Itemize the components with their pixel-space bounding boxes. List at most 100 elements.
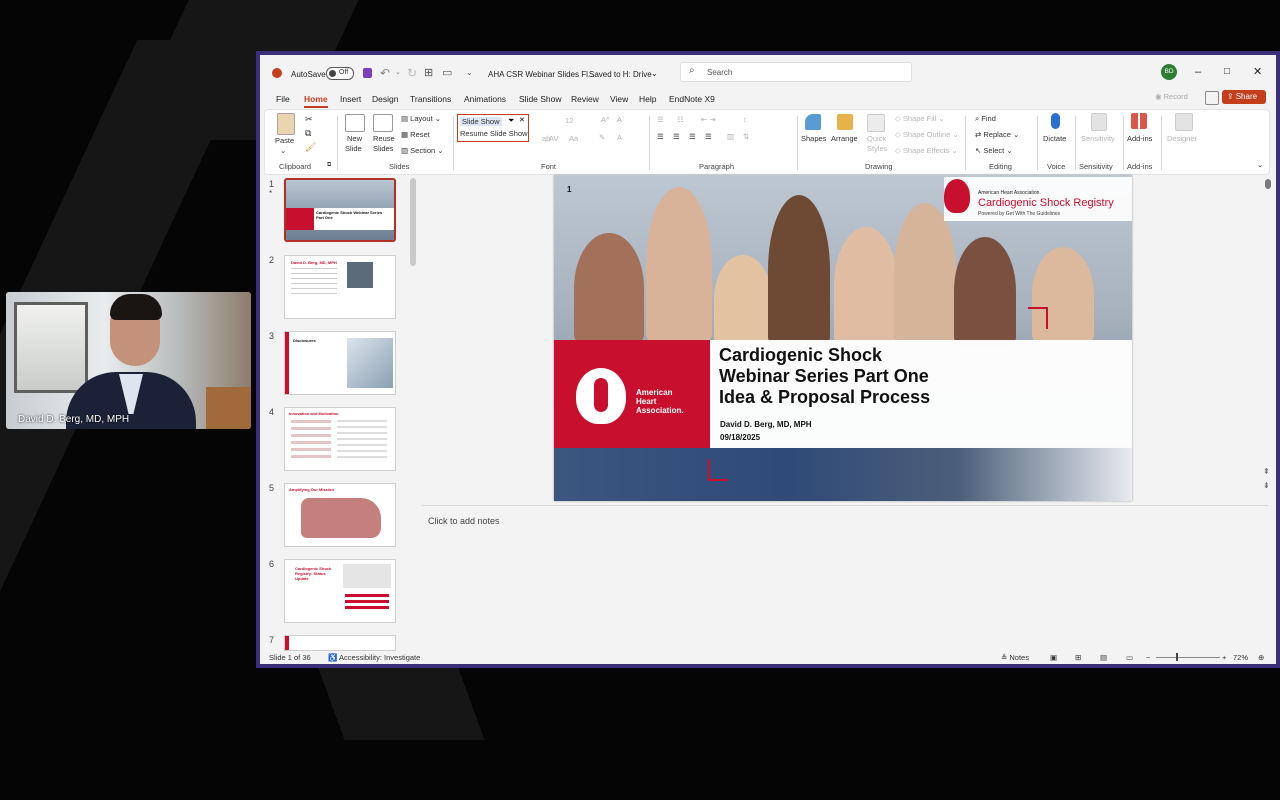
thumbnail-slide-2[interactable]: David D. Berg, MD, MPH bbox=[284, 255, 396, 319]
notes-button[interactable]: ≜ Notes bbox=[1001, 653, 1029, 662]
save-status[interactable]: Saved to H: Drive bbox=[589, 70, 652, 79]
fit-to-window-icon[interactable]: ⊕ bbox=[1258, 653, 1264, 662]
reuse-slides-button[interactable]: Reuse bbox=[373, 134, 395, 143]
char-spacing-icon[interactable]: AV bbox=[549, 134, 558, 143]
accessibility-button[interactable]: ♿ Accessibility: Investigate bbox=[328, 653, 420, 662]
previous-slide-icon[interactable]: ⇞ bbox=[1263, 467, 1270, 476]
paste-button[interactable]: Paste bbox=[275, 136, 294, 145]
shrink-font-icon[interactable]: Aˇ bbox=[617, 115, 625, 124]
line-spacing-icon[interactable]: ↕ bbox=[743, 115, 747, 124]
slideshow-view-icon[interactable]: ▭ bbox=[1126, 653, 1133, 662]
thumbnail-slide-3[interactable]: Disclosures bbox=[284, 331, 396, 395]
change-case-icon[interactable]: Aa bbox=[569, 134, 578, 143]
present-icon[interactable]: ⊞ bbox=[424, 66, 433, 79]
tab-view[interactable]: View bbox=[610, 94, 628, 104]
thumbnail-slide-1[interactable]: Cardiogenic Shock Webinar Series Part On… bbox=[284, 178, 396, 242]
sensitivity-button[interactable]: Sensitivity bbox=[1081, 134, 1115, 143]
save-icon[interactable] bbox=[363, 68, 372, 78]
reset-button[interactable]: ▦ Reset bbox=[401, 130, 430, 139]
paste-icon[interactable] bbox=[277, 113, 295, 135]
quick-styles-icon[interactable] bbox=[867, 114, 885, 132]
tab-file[interactable]: File bbox=[276, 94, 290, 104]
undo-icon[interactable]: ↶ bbox=[380, 66, 390, 80]
replace-button[interactable]: ⇄ Replace ⌄ bbox=[975, 130, 1019, 139]
record-button[interactable]: ◉ Record bbox=[1155, 92, 1188, 101]
cut-icon[interactable]: ✂ bbox=[305, 114, 313, 125]
avatar[interactable]: BD bbox=[1161, 64, 1177, 80]
layout-button[interactable]: ▤ Layout ⌄ bbox=[401, 114, 441, 123]
redo-icon[interactable]: ↻ bbox=[407, 66, 417, 80]
slide-canvas[interactable]: 1 American Heart Association. Cardiogeni… bbox=[554, 175, 1132, 501]
reuse-slides-icon[interactable] bbox=[373, 114, 393, 132]
customize-toolbar-icon[interactable]: ⌄ bbox=[466, 68, 473, 77]
designer-button[interactable]: Designer bbox=[1167, 134, 1197, 143]
thumbnail-slide-4[interactable]: Innovation and Motivation bbox=[284, 407, 396, 471]
undo-dropdown-icon[interactable]: ⌄ bbox=[395, 68, 401, 76]
indent-icon[interactable]: ⇤ ⇥ bbox=[701, 115, 716, 124]
highlight-icon[interactable]: ✎ bbox=[599, 133, 605, 142]
comments-icon[interactable] bbox=[1205, 91, 1219, 105]
maximize-icon[interactable]: □ bbox=[1224, 66, 1230, 77]
slide-date[interactable]: 09/18/2025 bbox=[720, 433, 760, 442]
dictate-button[interactable]: Dictate bbox=[1043, 134, 1066, 143]
next-slide-icon[interactable]: ⇟ bbox=[1263, 481, 1270, 490]
slide-author[interactable]: David D. Berg, MD, MPH bbox=[720, 420, 812, 429]
tab-endnote-x9[interactable]: EndNote X9 bbox=[669, 94, 715, 104]
thumbnail-slide-7[interactable] bbox=[284, 635, 396, 651]
tab-design[interactable]: Design bbox=[372, 94, 398, 104]
slide-title[interactable]: Cardiogenic Shock Webinar Series Part On… bbox=[719, 345, 930, 408]
slide-sorter-icon[interactable]: ⊞ bbox=[1075, 653, 1081, 662]
align-left-icon[interactable]: ☰ bbox=[657, 132, 664, 141]
add-ins-icon[interactable] bbox=[1131, 113, 1147, 129]
thumbnail-scrollbar[interactable] bbox=[410, 178, 416, 266]
collapse-ribbon-icon[interactable]: ⌄ bbox=[1257, 160, 1263, 169]
tab-insert[interactable]: Insert bbox=[340, 94, 361, 104]
copy-icon[interactable]: ⧉ bbox=[305, 128, 311, 139]
search-box[interactable]: ⌕ Search bbox=[680, 62, 912, 82]
grow-font-icon[interactable]: A^ bbox=[601, 115, 610, 124]
slideshow-start-icon[interactable]: ▭ bbox=[442, 66, 452, 79]
shape-effects-button[interactable]: ◇ Shape Effects ⌄ bbox=[895, 146, 958, 155]
shape-fill-button[interactable]: ◇ Shape Fill ⌄ bbox=[895, 114, 945, 123]
justify-icon[interactable]: ☰ bbox=[705, 132, 712, 141]
close-icon[interactable]: ✕ bbox=[1253, 65, 1262, 78]
select-button[interactable]: ↖ Select ⌄ bbox=[975, 146, 1013, 155]
add-ins-button[interactable]: Add-ins bbox=[1127, 134, 1152, 143]
chevron-down-icon[interactable]: ⏷ bbox=[508, 116, 514, 126]
dialog-launcher-icon[interactable]: ⧉ bbox=[327, 162, 331, 169]
designer-icon[interactable] bbox=[1175, 113, 1193, 131]
normal-view-icon[interactable]: ▣ bbox=[1050, 653, 1057, 662]
share-button[interactable]: ⇪ Share bbox=[1222, 90, 1266, 104]
zoom-slider-thumb[interactable] bbox=[1176, 653, 1178, 661]
tab-help[interactable]: Help bbox=[639, 94, 656, 104]
zoom-level[interactable]: 72% bbox=[1233, 653, 1248, 662]
font-name-box[interactable]: Slide Show bbox=[460, 117, 502, 126]
numbering-icon[interactable]: ☷ bbox=[677, 115, 684, 124]
new-slide-icon[interactable] bbox=[345, 114, 365, 132]
arrange-button[interactable]: Arrange bbox=[831, 134, 858, 143]
find-button[interactable]: ⌕ Find bbox=[975, 114, 996, 124]
tab-animations[interactable]: Animations bbox=[464, 94, 506, 104]
text-direction-icon[interactable]: ⇅ bbox=[743, 132, 749, 141]
microphone-icon[interactable] bbox=[1051, 113, 1060, 129]
font-color-icon[interactable]: A bbox=[617, 133, 622, 142]
tab-slide-show[interactable]: Slide Show bbox=[519, 94, 562, 104]
align-center-icon[interactable]: ☰ bbox=[673, 132, 680, 141]
resume-slideshow-item[interactable]: Resume Slide Show bbox=[460, 129, 528, 138]
arrange-icon[interactable] bbox=[837, 114, 853, 130]
sensitivity-icon[interactable] bbox=[1091, 113, 1107, 131]
tab-transitions[interactable]: Transitions bbox=[410, 94, 451, 104]
zoom-slider[interactable] bbox=[1156, 657, 1220, 658]
align-right-icon[interactable]: ☰ bbox=[689, 132, 696, 141]
format-painter-icon[interactable]: 🖌 bbox=[305, 142, 316, 153]
columns-icon[interactable]: ▥ bbox=[727, 132, 734, 141]
notes-pane[interactable]: Click to add notes bbox=[422, 505, 1268, 646]
minimize-icon[interactable]: – bbox=[1195, 66, 1201, 78]
new-slide-button[interactable]: New bbox=[347, 134, 362, 143]
close-icon[interactable]: ✕ bbox=[519, 116, 525, 124]
shapes-icon[interactable] bbox=[805, 114, 821, 130]
slideshow-tooltip[interactable]: Slide Show ⏷ ✕ Resume Slide Show bbox=[457, 114, 529, 142]
shape-outline-button[interactable]: ◇ Shape Outline ⌄ bbox=[895, 130, 959, 139]
shapes-button[interactable]: Shapes bbox=[801, 134, 826, 143]
tab-home[interactable]: Home bbox=[304, 94, 328, 108]
